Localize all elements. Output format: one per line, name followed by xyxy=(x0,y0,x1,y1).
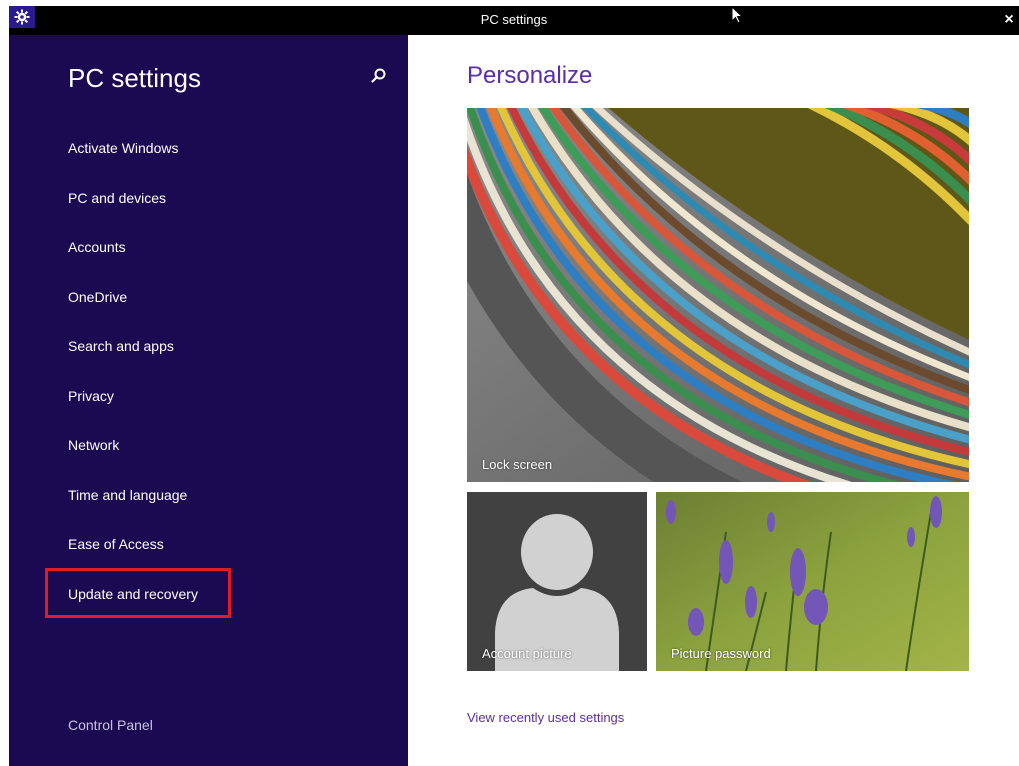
view-recent-settings-link[interactable]: View recently used settings xyxy=(467,710,624,725)
window-title: PC settings xyxy=(480,12,548,27)
sidebar-item-search-and-apps[interactable]: Search and apps xyxy=(68,338,174,354)
close-button[interactable]: × xyxy=(999,8,1019,32)
account-picture-tile[interactable]: Account picture xyxy=(467,492,647,671)
sidebar-title: PC settings xyxy=(68,63,201,93)
search-icon[interactable] xyxy=(370,67,388,85)
sidebar-item-ease-of-access[interactable]: Ease of Access xyxy=(68,536,164,552)
sidebar-item-network[interactable]: Network xyxy=(68,437,119,453)
lock-screen-tile[interactable]: Lock screen xyxy=(467,108,969,482)
account-picture-label: Account picture xyxy=(482,646,572,661)
lavender-image xyxy=(656,492,969,671)
sidebar-item-onedrive[interactable]: OneDrive xyxy=(68,289,127,305)
highlight-box xyxy=(45,568,231,618)
title-bar: PC settings × xyxy=(9,6,1019,35)
lock-screen-image xyxy=(467,108,969,482)
sidebar-item-pc-and-devices[interactable]: PC and devices xyxy=(68,190,166,206)
sidebar-item-accounts[interactable]: Accounts xyxy=(68,239,126,255)
picture-password-label: Picture password xyxy=(671,646,771,661)
sidebar-item-privacy[interactable]: Privacy xyxy=(68,388,114,404)
sidebar-item-activate-windows[interactable]: Activate Windows xyxy=(68,140,178,156)
picture-password-tile[interactable]: Picture password xyxy=(656,492,969,671)
control-panel-link[interactable]: Control Panel xyxy=(68,717,153,733)
mouse-cursor-icon xyxy=(731,6,744,24)
page-title: Personalize xyxy=(467,62,593,89)
sidebar: PC settings Activate Windows PC and devi… xyxy=(9,35,408,766)
user-silhouette-icon xyxy=(495,514,619,671)
sidebar-item-time-and-language[interactable]: Time and language xyxy=(68,487,187,503)
lock-screen-label: Lock screen xyxy=(482,457,553,472)
